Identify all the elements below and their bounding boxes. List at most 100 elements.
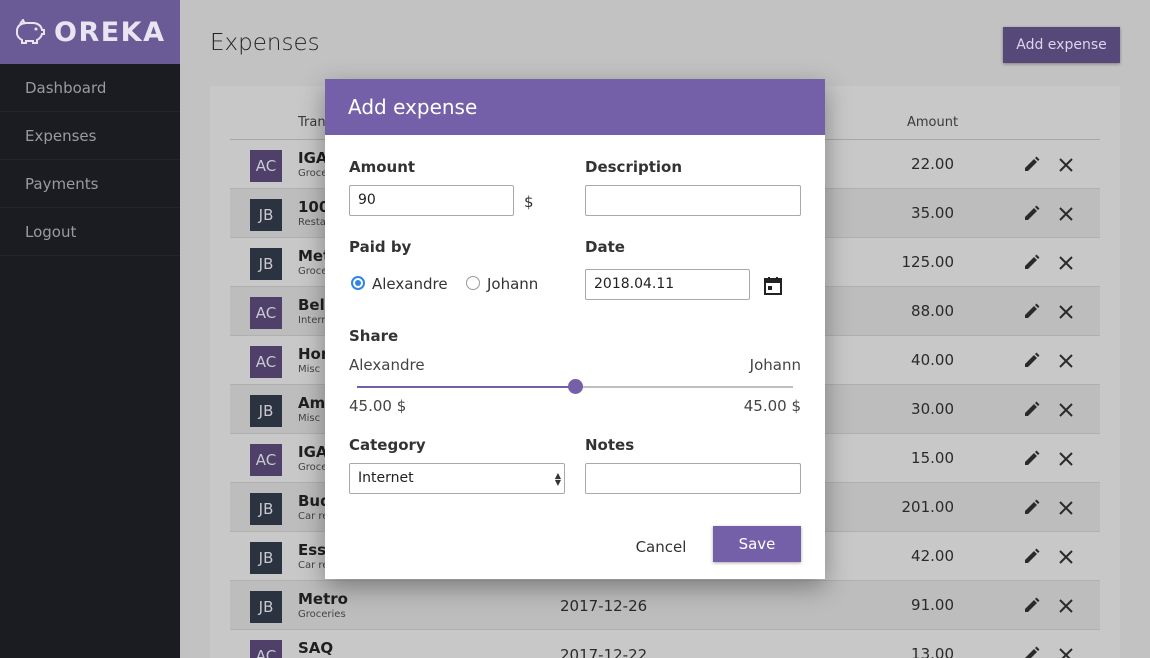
- close-icon[interactable]: [1059, 402, 1073, 421]
- pencil-icon[interactable]: [1023, 254, 1040, 275]
- expense-amount: 201.00: [901, 498, 955, 516]
- expense-amount: 91.00: [911, 596, 954, 614]
- expense-date: 2017-12-22: [560, 646, 648, 658]
- expense-category: Groceries: [298, 609, 346, 620]
- share-slider-fill: [357, 386, 575, 388]
- close-icon[interactable]: [1059, 206, 1073, 225]
- expense-category: Car re: [298, 560, 329, 571]
- page-title: Expenses: [210, 30, 320, 56]
- expense-amount: 22.00: [911, 155, 954, 173]
- avatar: JB: [250, 395, 282, 427]
- expense-category: Groce: [298, 168, 328, 179]
- close-icon[interactable]: [1059, 549, 1073, 568]
- expense-category: Misc: [298, 413, 321, 424]
- share-label: Share: [349, 327, 399, 345]
- expense-name: IGA: [298, 149, 328, 167]
- expense-category: Car re: [298, 511, 329, 522]
- sidebar: OREKA Dashboard Expenses Payments Logout: [0, 0, 180, 658]
- close-icon[interactable]: [1059, 353, 1073, 372]
- sidebar-item-payments[interactable]: Payments: [0, 160, 180, 208]
- paid-by-label: Paid by: [349, 238, 412, 256]
- expense-date: 2017-12-26: [560, 597, 648, 615]
- close-icon[interactable]: [1059, 304, 1073, 323]
- category-label: Category: [349, 436, 426, 454]
- expense-amount: 42.00: [911, 547, 954, 565]
- expense-name: Metro: [298, 590, 348, 608]
- expense-amount: 13.00: [911, 645, 954, 658]
- avatar: JB: [250, 493, 282, 525]
- category-select-value: Internet: [358, 470, 414, 486]
- share-slider-track[interactable]: [357, 379, 793, 394]
- expense-category: Misc: [298, 364, 321, 375]
- radio-alexandre[interactable]: [351, 276, 365, 290]
- pencil-icon[interactable]: [1023, 450, 1040, 471]
- column-header-transaction: Tran: [298, 115, 326, 130]
- date-input[interactable]: 2018.04.11: [585, 269, 750, 300]
- close-icon[interactable]: [1059, 647, 1073, 658]
- expense-amount: 35.00: [911, 204, 954, 222]
- table-row[interactable]: AC SAQ 2017-12-22 13.00: [230, 630, 1100, 658]
- pencil-icon[interactable]: [1023, 548, 1040, 569]
- radio-johann[interactable]: [466, 276, 480, 290]
- radio-alexandre-label[interactable]: Alexandre: [372, 275, 448, 293]
- add-expense-button[interactable]: Add expense: [1003, 27, 1120, 63]
- expense-name: Ess: [298, 541, 327, 559]
- pencil-icon[interactable]: [1023, 205, 1040, 226]
- pencil-icon[interactable]: [1023, 646, 1040, 658]
- radio-johann-label[interactable]: Johann: [487, 275, 538, 293]
- pencil-icon[interactable]: [1023, 597, 1040, 618]
- add-expense-dialog: Add expense Amount 90 $ Description Paid…: [325, 79, 825, 579]
- column-header-amount: Amount: [907, 115, 959, 130]
- date-label: Date: [585, 238, 625, 256]
- cancel-button[interactable]: Cancel: [625, 535, 697, 559]
- share-right-amount: 45.00 $: [743, 397, 801, 415]
- expense-amount: 88.00: [911, 302, 954, 320]
- expense-name: SAQ: [298, 639, 334, 657]
- avatar: JB: [250, 199, 282, 231]
- pencil-icon[interactable]: [1023, 156, 1040, 177]
- notes-label: Notes: [585, 436, 635, 454]
- share-slider-thumb[interactable]: [568, 379, 583, 394]
- description-label: Description: [585, 158, 683, 176]
- avatar: AC: [250, 640, 282, 658]
- sidebar-item-dashboard[interactable]: Dashboard: [0, 64, 180, 112]
- sidebar-item-expenses[interactable]: Expenses: [0, 112, 180, 160]
- currency-label: $: [524, 193, 534, 211]
- category-select[interactable]: Internet ▲ ▼: [349, 463, 565, 494]
- share-left-amount: 45.00 $: [349, 397, 407, 415]
- table-row[interactable]: JB Metro Groceries 2017-12-26 91.00: [230, 581, 1100, 630]
- save-button[interactable]: Save: [713, 526, 801, 562]
- close-icon[interactable]: [1059, 157, 1073, 176]
- amount-input[interactable]: 90: [349, 185, 514, 216]
- avatar: JB: [250, 542, 282, 574]
- close-icon[interactable]: [1059, 255, 1073, 274]
- calendar-icon[interactable]: [763, 276, 783, 296]
- avatar: JB: [250, 591, 282, 623]
- expense-category: Groce: [298, 462, 328, 473]
- expense-name: IGA: [298, 443, 328, 461]
- pencil-icon[interactable]: [1023, 352, 1040, 373]
- pencil-icon[interactable]: [1023, 499, 1040, 520]
- description-input[interactable]: [585, 185, 801, 216]
- expense-category: Groce: [298, 266, 328, 277]
- expense-amount: 30.00: [911, 400, 954, 418]
- amount-label: Amount: [349, 158, 416, 176]
- pencil-icon[interactable]: [1023, 303, 1040, 324]
- sidebar-item-logout[interactable]: Logout: [0, 208, 180, 256]
- expense-amount: 40.00: [911, 351, 954, 369]
- avatar: AC: [250, 346, 282, 378]
- avatar: AC: [250, 297, 282, 329]
- dialog-title: Add expense: [325, 79, 825, 135]
- pencil-icon[interactable]: [1023, 401, 1040, 422]
- expense-category: Resta: [298, 217, 326, 228]
- avatar: AC: [250, 150, 282, 182]
- expense-amount: 125.00: [901, 253, 955, 271]
- close-icon[interactable]: [1059, 500, 1073, 519]
- notes-input[interactable]: [585, 463, 801, 494]
- app-name: OREKA: [54, 16, 166, 48]
- close-icon[interactable]: [1059, 598, 1073, 617]
- close-icon[interactable]: [1059, 451, 1073, 470]
- expense-amount: 15.00: [911, 449, 954, 467]
- app-logo[interactable]: OREKA: [0, 0, 180, 64]
- piggy-bank-icon: [16, 19, 45, 44]
